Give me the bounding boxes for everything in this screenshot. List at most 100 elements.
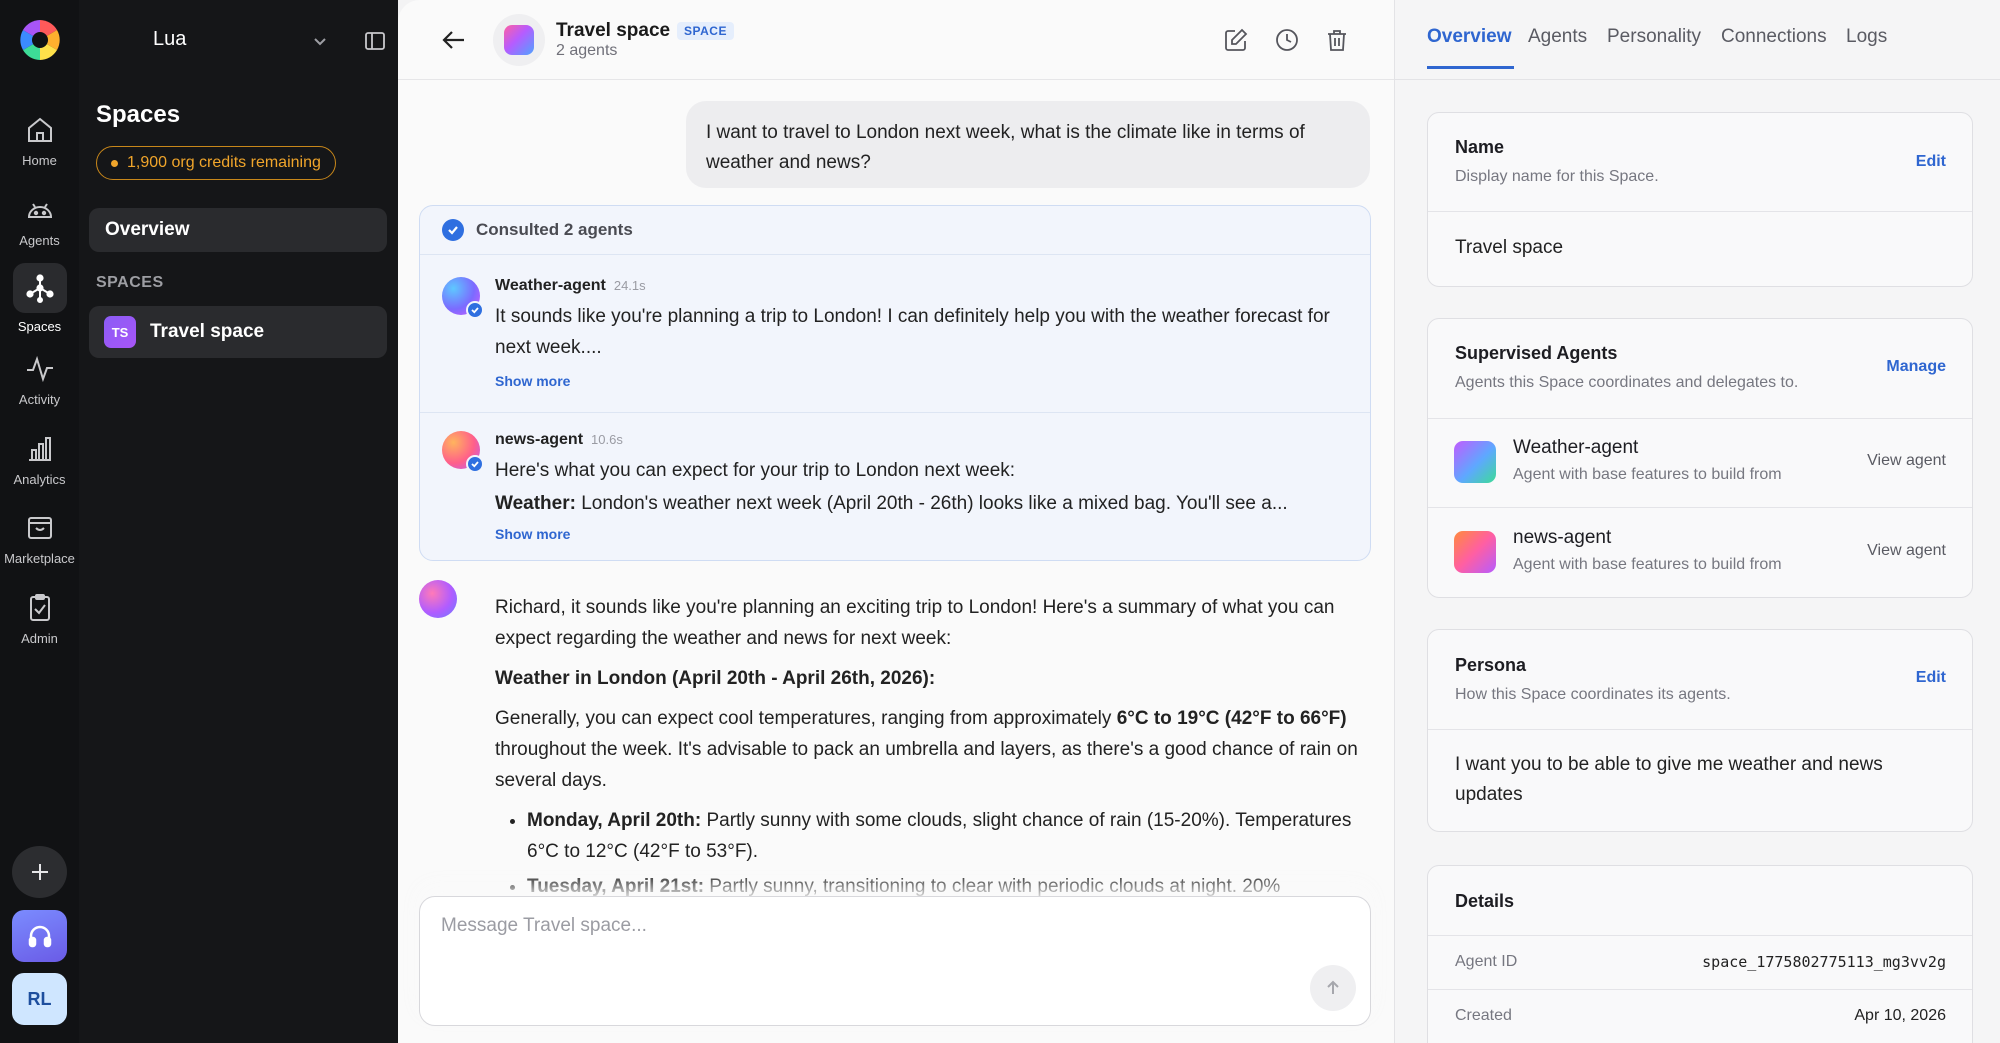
agent-response-text: Here's what you can expect for your trip…	[495, 455, 1351, 519]
edit-persona-button[interactable]: Edit	[1916, 669, 1946, 687]
rail-item-home[interactable]: Home	[0, 113, 79, 168]
message-composer	[419, 896, 1371, 1026]
send-button[interactable]	[1310, 965, 1356, 1011]
sidebar-toggle-icon[interactable]	[364, 30, 386, 52]
credits-text: 1,900 org credits remaining	[127, 154, 321, 171]
details-card: Details Agent ID space_1775802775113_mg3…	[1427, 865, 1973, 1043]
rail-label-home: Home	[22, 153, 57, 168]
view-agent-link[interactable]: View agent	[1867, 542, 1946, 560]
edit-name-button[interactable]: Edit	[1916, 153, 1946, 171]
arrow-up-icon	[1327, 980, 1339, 994]
rail-item-marketplace[interactable]: Marketplace	[0, 511, 79, 566]
rail-label-marketplace: Marketplace	[4, 551, 75, 566]
activity-icon	[26, 355, 53, 383]
supervised-agent-row[interactable]: Weather-agent Agent with base features t…	[1428, 419, 1972, 508]
org-name[interactable]: Lua	[153, 28, 186, 51]
rail-label-admin: Admin	[21, 631, 58, 646]
detail-key: Agent ID	[1455, 953, 1518, 970]
sidebar-item-travel-space[interactable]: TS Travel space	[89, 306, 387, 358]
card-subtitle: How this Space coordinates its agents.	[1455, 686, 1731, 703]
view-agent-link[interactable]: View agent	[1867, 452, 1946, 470]
detail-row-created: Created Apr 10, 2026	[1428, 989, 1972, 1043]
tab-connections[interactable]: Connections	[1721, 26, 1827, 48]
tab-agents[interactable]: Agents	[1528, 26, 1587, 48]
card-title: Persona	[1455, 655, 1527, 675]
name-card: Name Display name for this Space. Edit T…	[1427, 112, 1973, 287]
agent-avatar	[1454, 531, 1496, 573]
agent-avatar	[1454, 441, 1496, 483]
chevron-down-icon[interactable]	[311, 32, 329, 50]
agent-response-line: Here's what you can expect for your trip…	[495, 460, 1016, 481]
consulted-header[interactable]: Consulted 2 agents	[420, 206, 1370, 255]
detail-key: Created	[1455, 1007, 1512, 1024]
plus-icon	[31, 864, 48, 880]
card-subtitle: Agents this Space coordinates and delega…	[1455, 374, 1799, 391]
show-more-link[interactable]: Show more	[495, 373, 570, 389]
sidebar-item-overview[interactable]: Overview	[89, 208, 387, 252]
support-button[interactable]	[12, 910, 67, 962]
agent-response-news: news-agent 10.6s Here's what you can expe…	[420, 413, 1370, 561]
show-more-link[interactable]: Show more	[495, 526, 570, 542]
verified-icon	[466, 455, 484, 473]
app-logo-icon[interactable]	[17, 17, 63, 63]
supervised-agents-card: Supervised Agents Agents this Space coor…	[1427, 318, 1973, 598]
headset-icon	[28, 925, 51, 948]
agent-count: 2 agents	[556, 42, 618, 59]
user-avatar[interactable]: RL	[12, 973, 67, 1025]
inbox-icon	[27, 517, 52, 539]
rail-item-activity[interactable]: Activity	[0, 352, 79, 407]
rail-item-spaces[interactable]: Spaces	[0, 263, 79, 334]
rail-item-admin[interactable]: Admin	[0, 591, 79, 646]
reply-text: throughout the week. It's advisable to p…	[495, 739, 1358, 791]
space-name-value: Travel space	[1455, 237, 1564, 258]
sidebar-title: Spaces	[96, 101, 181, 128]
chat-panel: Travel space SPACE 2 agents I want to tr…	[398, 0, 1394, 1043]
list-item-bold: Tuesday, April 21st:	[527, 876, 705, 897]
persona-card: Persona How this Space coordinates its a…	[1427, 629, 1973, 832]
manage-agents-button[interactable]: Manage	[1886, 358, 1946, 376]
home-icon	[27, 117, 52, 142]
space-initials-badge: TS	[104, 316, 136, 348]
agent-avatar	[442, 277, 484, 319]
space-tag-badge: SPACE	[677, 22, 734, 40]
card-header: Persona How this Space coordinates its a…	[1428, 630, 1972, 730]
back-arrow-icon[interactable]	[438, 24, 470, 56]
credits-badge[interactable]: 1,900 org credits remaining	[96, 146, 336, 180]
card-header: Supervised Agents Agents this Space coor…	[1428, 319, 1972, 419]
verified-icon	[466, 301, 484, 319]
reply-text: Generally, you can expect cool temperatu…	[495, 708, 1117, 729]
space-avatar	[419, 580, 457, 618]
page-title: Travel space	[556, 20, 671, 41]
chat-header: Travel space SPACE 2 agents	[398, 0, 1394, 80]
agent-response-weather: Weather-agent 24.1s It sounds like you're…	[420, 255, 1370, 412]
consulted-agents-panel: Consulted 2 agents Weather-agent 24.1s It…	[419, 205, 1371, 561]
trash-icon[interactable]	[1324, 27, 1350, 53]
card-subtitle: Display name for this Space.	[1455, 168, 1659, 185]
agent-name-text: Weather-agent	[495, 277, 606, 294]
detail-value[interactable]: space_1775802775113_mg3vv2g	[1702, 953, 1946, 971]
icon-rail: Home Agents Spaces Activity Analytics Ma…	[0, 0, 79, 1043]
reply-intro: Richard, it sounds like you're planning …	[495, 597, 1335, 649]
rail-item-analytics[interactable]: Analytics	[0, 432, 79, 487]
agent-name: Weather-agent 24.1s	[495, 277, 646, 295]
details-panel: Overview Agents Personality Connections …	[1394, 0, 2000, 1043]
agent-response-time: 10.6s	[591, 432, 623, 447]
agent-response-text: It sounds like you're planning a trip to…	[495, 306, 1330, 358]
bar-chart-icon	[28, 437, 51, 461]
rail-label-agents: Agents	[19, 233, 60, 248]
history-clock-icon[interactable]	[1274, 27, 1300, 53]
add-button[interactable]	[12, 846, 67, 898]
tab-logs[interactable]: Logs	[1846, 26, 1887, 48]
active-tab-indicator	[1427, 66, 1514, 69]
list-item-text: Partly sunny, transitioning to clear wit…	[704, 876, 1281, 897]
rail-item-agents[interactable]: Agents	[0, 193, 79, 248]
edit-icon[interactable]	[1223, 27, 1249, 53]
message-input[interactable]	[441, 915, 1321, 937]
reply-heading: Weather in London (April 20th - April 26…	[495, 668, 936, 689]
tab-personality[interactable]: Personality	[1607, 26, 1701, 48]
agent-response-bold: Weather:	[495, 493, 576, 514]
check-circle-icon	[442, 219, 464, 241]
tab-overview[interactable]: Overview	[1427, 26, 1512, 48]
supervised-agent-row[interactable]: news-agent Agent with base features to b…	[1428, 509, 1972, 598]
sidebar-item-label: Overview	[105, 219, 190, 240]
